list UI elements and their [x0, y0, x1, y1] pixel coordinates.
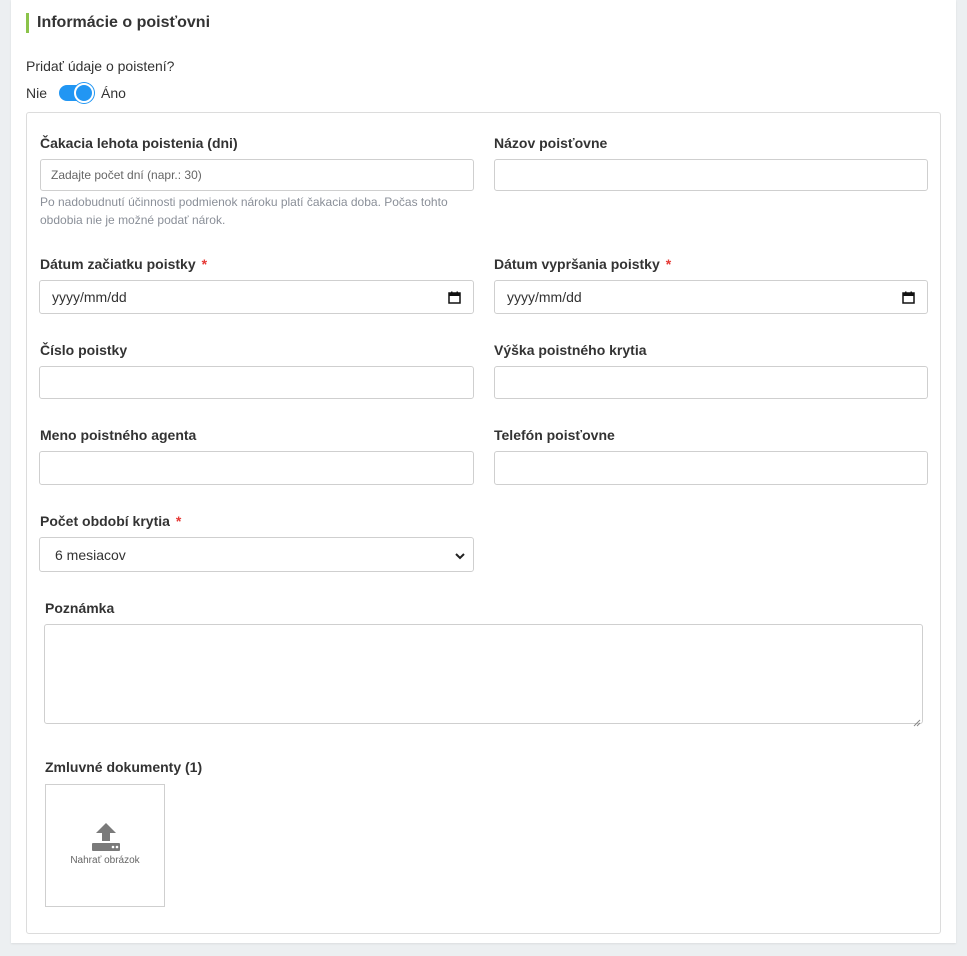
calendar-icon[interactable]: [448, 291, 461, 304]
resize-grip-icon[interactable]: [913, 714, 921, 727]
chevron-down-icon: [455, 547, 465, 563]
insurance-toggle-switch[interactable]: [59, 83, 95, 103]
insurer-name-input[interactable]: [494, 159, 928, 191]
waiting-period-label: Čakacia lehota poistenia (dni): [40, 135, 238, 151]
coverage-periods-select[interactable]: 6 mesiacov: [39, 537, 474, 572]
section-title: Informácie o poisťovni: [26, 13, 210, 33]
required-mark: *: [175, 513, 182, 529]
end-date-label-text: Dátum vypršania poistky: [494, 256, 660, 272]
calendar-icon[interactable]: [902, 291, 915, 304]
start-date-value: yyyy/mm/dd: [52, 289, 127, 305]
insurance-details-panel: Čakacia lehota poistenia (dni) Po nadobu…: [26, 112, 941, 934]
insurer-name-label: Názov poisťovne: [494, 135, 608, 151]
documents-label: Zmluvné dokumenty (1): [45, 759, 203, 775]
note-textarea[interactable]: [44, 624, 923, 727]
toggle-off-label: Nie: [26, 85, 48, 101]
coverage-amount-label: Výška poistného krytia: [494, 342, 647, 358]
upload-label: Nahrať obrázok: [70, 855, 140, 866]
end-date-value: yyyy/mm/dd: [507, 289, 582, 305]
toggle-knob: [74, 83, 95, 103]
toggle-on-label: Áno: [101, 85, 126, 101]
coverage-periods-label-text: Počet období krytia: [40, 513, 170, 529]
insurance-toggle-question: Pridať údaje o poistení?: [26, 58, 175, 74]
end-date-label: Dátum vypršania poistky *: [494, 255, 671, 273]
insurer-phone-label: Telefón poisťovne: [494, 427, 615, 443]
policy-number-input[interactable]: [39, 366, 474, 399]
note-label: Poznámka: [45, 600, 115, 616]
start-date-input[interactable]: yyyy/mm/dd: [39, 280, 474, 314]
required-mark: *: [201, 256, 208, 272]
insurance-toggle-row: Nie Áno: [26, 83, 126, 103]
coverage-amount-input[interactable]: [494, 366, 928, 399]
coverage-periods-value: 6 mesiacov: [55, 546, 126, 563]
agent-name-label: Meno poistného agenta: [40, 427, 197, 443]
waiting-period-input[interactable]: [40, 159, 474, 191]
upload-image-button[interactable]: Nahrať obrázok: [45, 784, 165, 907]
required-mark: *: [665, 256, 672, 272]
coverage-periods-label: Počet období krytia *: [40, 512, 181, 530]
start-date-label: Dátum začiatku poistky *: [40, 255, 207, 273]
end-date-input[interactable]: yyyy/mm/dd: [494, 280, 928, 314]
upload-icon: [90, 821, 122, 858]
insurer-phone-input[interactable]: [494, 451, 928, 485]
start-date-label-text: Dátum začiatku poistky: [40, 256, 196, 272]
waiting-period-help: Po nadobudnutí účinnosti podmienok nárok…: [40, 195, 448, 227]
agent-name-input[interactable]: [39, 451, 474, 485]
policy-number-label: Číslo poistky: [40, 342, 128, 358]
